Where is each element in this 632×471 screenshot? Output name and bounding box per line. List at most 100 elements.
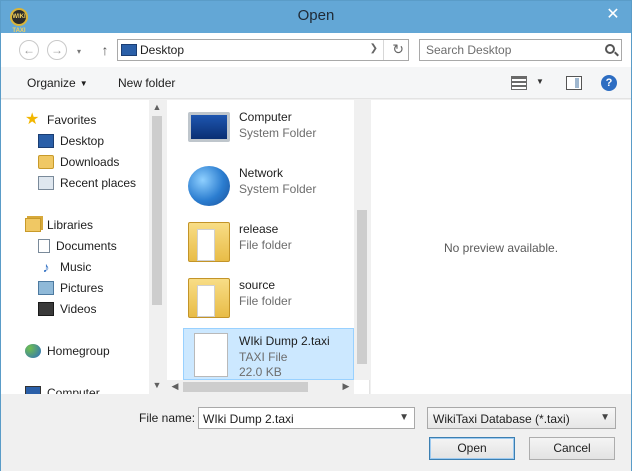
computer-icon	[188, 112, 230, 142]
sidebar-label: Favorites	[47, 113, 97, 127]
folder-icon	[188, 222, 230, 262]
file-type-select[interactable]: WikiTaxi Database (*.taxi) ▼	[427, 407, 616, 429]
file-name-field[interactable]: WIki Dump 2.taxi ▼	[198, 407, 415, 429]
homegroup-icon	[25, 344, 41, 358]
sidebar-label: Music	[60, 260, 92, 274]
sidebar-item-downloads[interactable]: Downloads	[38, 152, 119, 172]
libraries-icon	[25, 218, 41, 232]
change-view-icon[interactable]	[511, 76, 527, 90]
scroll-left-arrow[interactable]: ◀	[167, 381, 183, 392]
recent-places-icon	[38, 176, 54, 190]
file-type: File folder	[239, 238, 292, 252]
navigation-scroll-thumb[interactable]	[152, 116, 162, 305]
file-list-horizontal-scrollbar[interactable]: ◀ ▶	[167, 380, 354, 394]
file-type: System Folder	[239, 182, 317, 196]
window-title: Open	[297, 7, 335, 24]
file-type: System Folder	[239, 126, 317, 140]
folder-icon	[188, 278, 230, 318]
address-bar[interactable]: Desktop ❯ ↻	[117, 39, 409, 61]
view-options-dropdown[interactable]: ▼	[536, 77, 544, 86]
sidebar-item-documents[interactable]: Documents	[38, 236, 117, 256]
navigation-scrollbar[interactable]: ▲ ▼	[149, 100, 165, 394]
up-button[interactable]: ↑	[97, 40, 113, 60]
file-name: WIki Dump 2.taxi	[239, 334, 330, 348]
sidebar-item-desktop[interactable]: Desktop	[38, 131, 104, 151]
forward-button[interactable]: →	[47, 40, 67, 60]
file-item-source[interactable]: source File folder	[183, 272, 354, 324]
sidebar-label: Desktop	[60, 134, 105, 148]
sidebar-label: Documents	[56, 239, 117, 253]
network-globe-icon	[188, 166, 230, 206]
open-dialog: WIKI TAXI Open ✕ ← → ▾ ↑ Desktop ❯ ↻ Org…	[0, 0, 632, 471]
music-note-icon: ♪	[42, 259, 50, 275]
file-type: File folder	[239, 294, 292, 308]
refresh-icon[interactable]: ↻	[392, 41, 404, 58]
file-type: TAXI File	[239, 350, 288, 364]
sidebar-label: Videos	[60, 302, 97, 316]
downloads-folder-icon	[38, 155, 54, 169]
organize-label: Organize	[27, 76, 76, 90]
title-bar[interactable]: WIKI TAXI Open ✕	[1, 1, 631, 34]
preview-message: No preview available.	[443, 241, 559, 255]
preview-pane-icon[interactable]	[566, 76, 582, 90]
back-button[interactable]: ←	[19, 40, 39, 60]
organize-menu[interactable]: Organize ▼	[27, 76, 88, 90]
navigation-pane: ★ Favorites Desktop Downloads Recent plac…	[1, 100, 165, 394]
open-button[interactable]: Open	[429, 437, 515, 460]
documents-icon	[38, 239, 50, 253]
cancel-button[interactable]: Cancel	[529, 437, 615, 460]
file-type-value: WikiTaxi Database (*.taxi)	[433, 412, 570, 426]
chevron-down-icon[interactable]: ▼	[399, 412, 409, 423]
scroll-down-arrow[interactable]: ▼	[149, 380, 165, 390]
sidebar-label: Homegroup	[47, 344, 110, 358]
address-divider	[383, 40, 384, 60]
recent-locations-dropdown[interactable]: ▾	[77, 47, 81, 56]
file-name: Network	[239, 166, 284, 180]
search-input[interactable]	[426, 43, 596, 57]
file-name-value: WIki Dump 2.taxi	[203, 412, 294, 426]
command-bar: Organize ▼ New folder ▼ ?	[1, 67, 631, 99]
sidebar-label: Computer	[47, 386, 100, 394]
help-icon[interactable]: ?	[601, 75, 617, 91]
scroll-right-arrow[interactable]: ▶	[338, 381, 354, 392]
file-name: Computer	[239, 110, 292, 124]
file-name-label: File name:	[139, 411, 196, 425]
close-button[interactable]: ✕	[603, 5, 623, 25]
file-item-network[interactable]: Network System Folder	[183, 160, 354, 212]
file-size: 22.0 KB	[239, 365, 282, 379]
file-item-wiki-dump[interactable]: WIki Dump 2.taxi TAXI File 22.0 KB	[183, 328, 354, 380]
file-list: Computer System Folder Network System Fo…	[167, 100, 370, 394]
sidebar-item-favorites[interactable]: ★ Favorites	[25, 110, 96, 130]
sidebar-item-pictures[interactable]: Pictures	[38, 278, 103, 298]
navigation-bar: ← → ▾ ↑ Desktop ❯ ↻	[1, 33, 631, 67]
sidebar-item-videos[interactable]: Videos	[38, 299, 96, 319]
address-text: Desktop	[140, 43, 185, 57]
file-icon	[194, 333, 228, 377]
search-box[interactable]	[419, 39, 622, 61]
file-item-computer[interactable]: Computer System Folder	[183, 104, 354, 156]
sidebar-item-computer[interactable]: Computer	[25, 383, 100, 394]
sidebar-item-music[interactable]: ♪ Music	[38, 257, 92, 277]
arrow-right-icon: →	[51, 43, 63, 57]
sidebar-label: Libraries	[47, 218, 94, 232]
sidebar-item-libraries[interactable]: Libraries	[25, 215, 93, 235]
pictures-icon	[38, 281, 54, 295]
sidebar-label: Pictures	[60, 281, 104, 295]
file-item-release[interactable]: release File folder	[183, 216, 354, 268]
desktop-icon	[38, 134, 54, 148]
sidebar-item-homegroup[interactable]: Homegroup	[25, 341, 110, 361]
arrow-left-icon: ←	[23, 43, 35, 57]
file-list-scroll-thumb[interactable]	[357, 210, 367, 364]
file-name: release	[239, 222, 279, 236]
computer-icon	[25, 386, 41, 394]
new-folder-button[interactable]: New folder	[118, 76, 175, 90]
star-icon: ★	[25, 111, 40, 128]
address-dropdown[interactable]: ❯	[370, 43, 378, 54]
sidebar-item-recent-places[interactable]: Recent places	[38, 173, 136, 193]
scroll-up-arrow[interactable]: ▲	[149, 102, 165, 112]
dialog-footer: File name: WIki Dump 2.taxi ▼ WikiTaxi D…	[1, 395, 631, 471]
horizontal-scroll-thumb[interactable]	[183, 382, 308, 392]
sidebar-label: Downloads	[60, 155, 120, 169]
search-icon[interactable]	[605, 44, 615, 54]
file-list-vertical-scrollbar[interactable]	[354, 100, 370, 380]
